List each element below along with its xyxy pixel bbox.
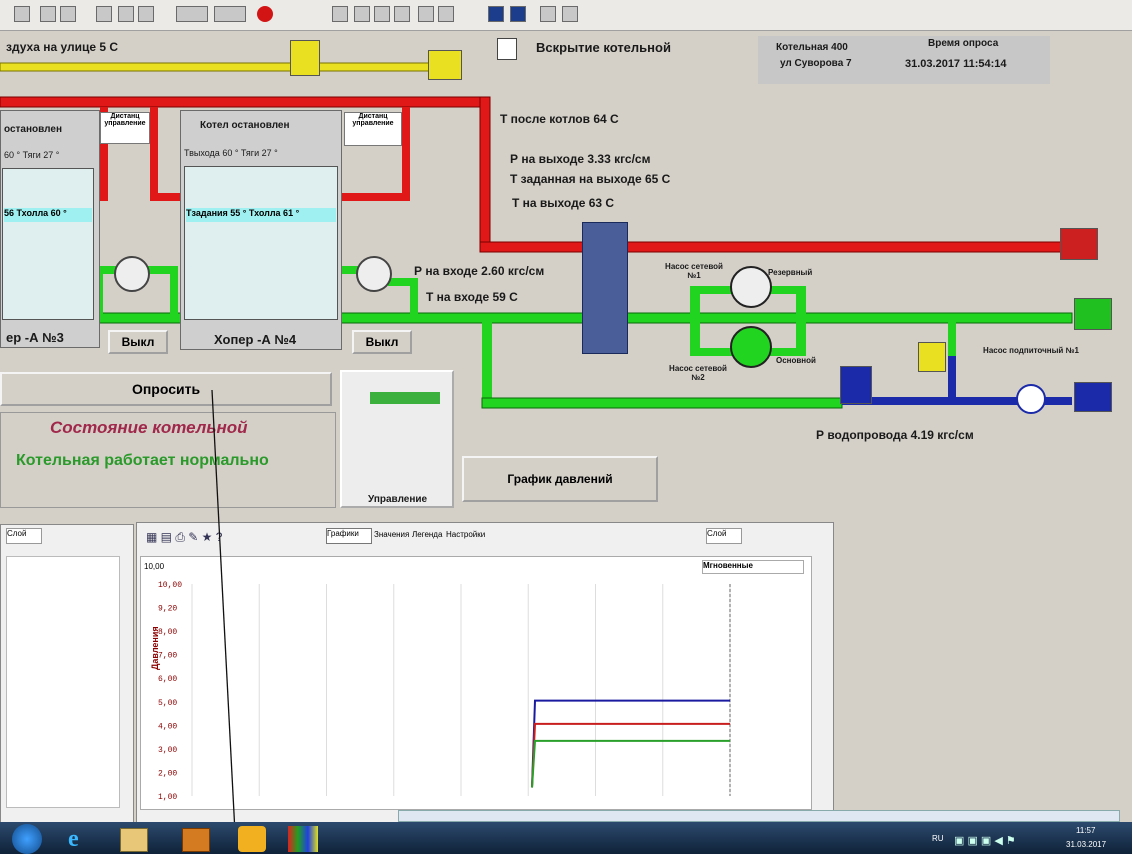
scada-app-icon[interactable]: [288, 826, 318, 852]
language-indicator[interactable]: RU: [932, 834, 944, 843]
tray-icons[interactable]: ▣ ▣ ▣ ◀ ⚑: [954, 834, 1016, 847]
clock-time[interactable]: 11:57: [1076, 826, 1095, 835]
explorer-icon[interactable]: [120, 828, 148, 852]
app-icon[interactable]: [238, 826, 266, 852]
cursor-line: [211, 389, 237, 853]
start-button[interactable]: [12, 824, 42, 854]
media-icon[interactable]: [182, 828, 210, 852]
clock-date[interactable]: 31.03.2017: [1066, 840, 1106, 849]
internet-explorer-icon[interactable]: e: [68, 826, 79, 853]
